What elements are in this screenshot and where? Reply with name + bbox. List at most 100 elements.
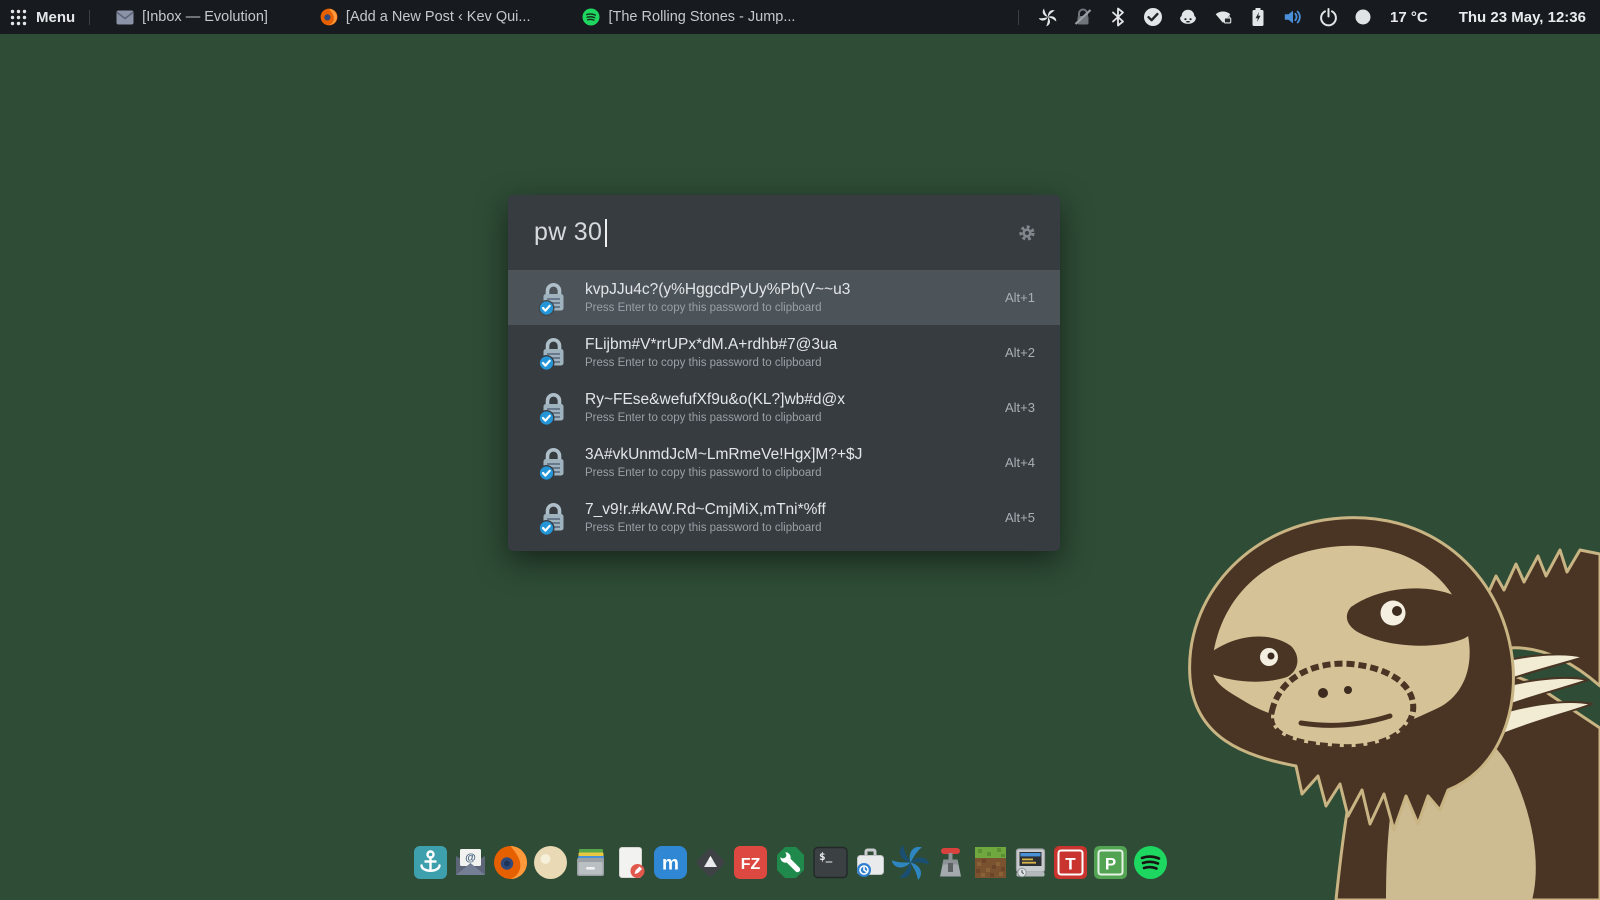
wifi-secured-icon[interactable] [1213,6,1233,28]
applications-menu-button[interactable]: Menu [0,0,89,34]
password-result-row[interactable]: FLijbm#V*rrUPx*dM.A+rdhb#7@3ua Press Ent… [508,325,1060,380]
wrench-settings-icon [772,844,809,881]
password-lock-icon [535,389,572,426]
desktop: { "colors":{ "desktop_green":"#2e4c36", … [0,0,1600,900]
svg-text:FZ: FZ [741,856,761,873]
dock: @ [412,844,1169,881]
weather-clear-icon[interactable] [1353,6,1373,28]
window-title: [Inbox — Evolution] [142,9,268,25]
panel-clock[interactable]: Thu 23 May, 12:36 [1459,9,1586,26]
password-value: 3A#vkUnmdJcM~LmRmeVe!Hgx]M?+$J [585,446,862,464]
password-result-row[interactable]: 7_v9!r.#kAW.Rd~CmjMiX,mTni*%ff Press Ent… [508,490,1060,545]
lock-disabled-icon[interactable] [1073,6,1093,28]
dock-archive-box[interactable] [572,844,609,881]
launcher-results: kvpJJu4c?(y%HggcdPyUy%Pb(V~~u3 Press Ent… [508,270,1060,545]
password-lock-icon [535,279,572,316]
dock-evolution-mail[interactable]: @ [452,844,489,881]
shortcut-label: Alt+2 [1005,345,1035,360]
weather-temperature[interactable]: 17 °C [1390,9,1428,26]
dock-terminal[interactable]: $_ [812,844,849,881]
dock-pinwheel-app[interactable] [892,844,929,881]
svg-text:$_: $_ [819,850,833,863]
firefox-icon [492,844,529,881]
vpn-mole-icon[interactable] [1178,6,1198,28]
result-hint: Press Enter to copy this password to cli… [585,357,837,369]
mastodon-icon: m [652,844,689,881]
menu-label: Menu [36,9,75,26]
ulauncher-window: pw 30 kvpJJu4c?(y%HggcdPyUy%Pb(V~~u3 Pre… [508,195,1060,551]
evolution-mail-icon: @ [452,844,489,881]
result-hint: Press Enter to copy this password to cli… [585,467,862,479]
briefcase-icon [852,844,889,881]
password-result-row[interactable]: 3A#vkUnmdJcM~LmRmeVe!Hgx]M?+$J Press Ent… [508,435,1060,490]
launcher-search-bar[interactable]: pw 30 [508,195,1060,270]
result-hint: Press Enter to copy this password to cli… [585,412,845,424]
dock-spotify[interactable] [1132,844,1169,881]
dock-p-app[interactable]: P [1092,844,1129,881]
dock-lollypop[interactable] [532,844,569,881]
svg-text:m: m [662,854,679,875]
svg-text:T: T [1065,855,1076,874]
window-title: [Add a New Post ‹ Kev Qui... [346,9,531,25]
dock-clamp-archiver[interactable] [932,844,969,881]
window-title: [The Rolling Stones - Jump... [608,9,795,25]
password-lock-icon [535,444,572,481]
battery-charging-icon[interactable] [1248,6,1268,28]
taskbar-window-spotify[interactable]: [The Rolling Stones - Jump... [582,8,795,26]
result-hint: Press Enter to copy this password to cli… [585,522,826,534]
text-cursor [605,219,607,247]
dock-retro-computer[interactable] [1012,844,1049,881]
dock-tweaks[interactable] [772,844,809,881]
pinwheel-icon [892,844,929,881]
minecraft-grass-block-icon [972,844,1009,881]
shortcut-label: Alt+1 [1005,290,1035,305]
svg-text:P: P [1105,855,1116,874]
shortcut-label: Alt+5 [1005,510,1035,525]
svg-text:@: @ [465,852,476,864]
bluetooth-icon[interactable] [1108,6,1128,28]
dock-inkscape[interactable] [692,844,729,881]
dock-backup-briefcase[interactable] [852,844,889,881]
gear-icon [1018,224,1036,242]
document-icon [612,844,649,881]
password-result-row[interactable]: Ry~FEse&wefufXf9u&o(KL?]wb#d@x Press Ent… [508,380,1060,435]
inkscape-icon [692,844,729,881]
panel-separator [89,10,90,25]
filezilla-icon: FZ [732,844,769,881]
result-texts: kvpJJu4c?(y%HggcdPyUy%Pb(V~~u3 Press Ent… [585,281,850,314]
p-app-icon: P [1092,844,1129,881]
retro-computer-icon [1012,844,1049,881]
spotify-icon [582,8,600,26]
result-texts: FLijbm#V*rrUPx*dM.A+rdhb#7@3ua Press Ent… [585,336,837,369]
spotify-icon [1132,844,1169,881]
updates-check-icon[interactable] [1143,6,1163,28]
firefox-icon [320,8,338,26]
t-app-icon: T [1052,844,1089,881]
dock-firefox[interactable] [492,844,529,881]
password-value: kvpJJu4c?(y%HggcdPyUy%Pb(V~~u3 [585,281,850,299]
shortcut-label: Alt+3 [1005,400,1035,415]
wallpaper-sloth-illustration [1150,480,1600,900]
dock-mastodon[interactable]: m [652,844,689,881]
password-result-row[interactable]: kvpJJu4c?(y%HggcdPyUy%Pb(V~~u3 Press Ent… [508,270,1060,325]
dock-document-editor[interactable] [612,844,649,881]
password-lock-icon [535,499,572,536]
app-grid-icon [10,9,27,26]
password-value: Ry~FEse&wefufXf9u&o(KL?]wb#d@x [585,391,845,409]
volume-icon[interactable] [1283,6,1303,28]
dock-anchor-app[interactable] [412,844,449,881]
dock-minecraft[interactable] [972,844,1009,881]
taskbar-window-firefox[interactable]: [Add a New Post ‹ Kev Qui... [320,8,531,26]
launcher-settings-button[interactable] [1018,224,1036,242]
anchor-icon [412,844,449,881]
power-icon[interactable] [1318,6,1338,28]
dock-t-app[interactable]: T [1052,844,1089,881]
result-hint: Press Enter to copy this password to cli… [585,302,850,314]
password-lock-icon [535,334,572,371]
archive-box-icon [572,844,609,881]
dock-filezilla[interactable]: FZ [732,844,769,881]
taskbar-window-evolution[interactable]: [Inbox — Evolution] [116,9,268,25]
shutter-pinwheel-icon[interactable] [1038,6,1058,28]
shortcut-label: Alt+4 [1005,455,1035,470]
lollypop-icon [532,844,569,881]
